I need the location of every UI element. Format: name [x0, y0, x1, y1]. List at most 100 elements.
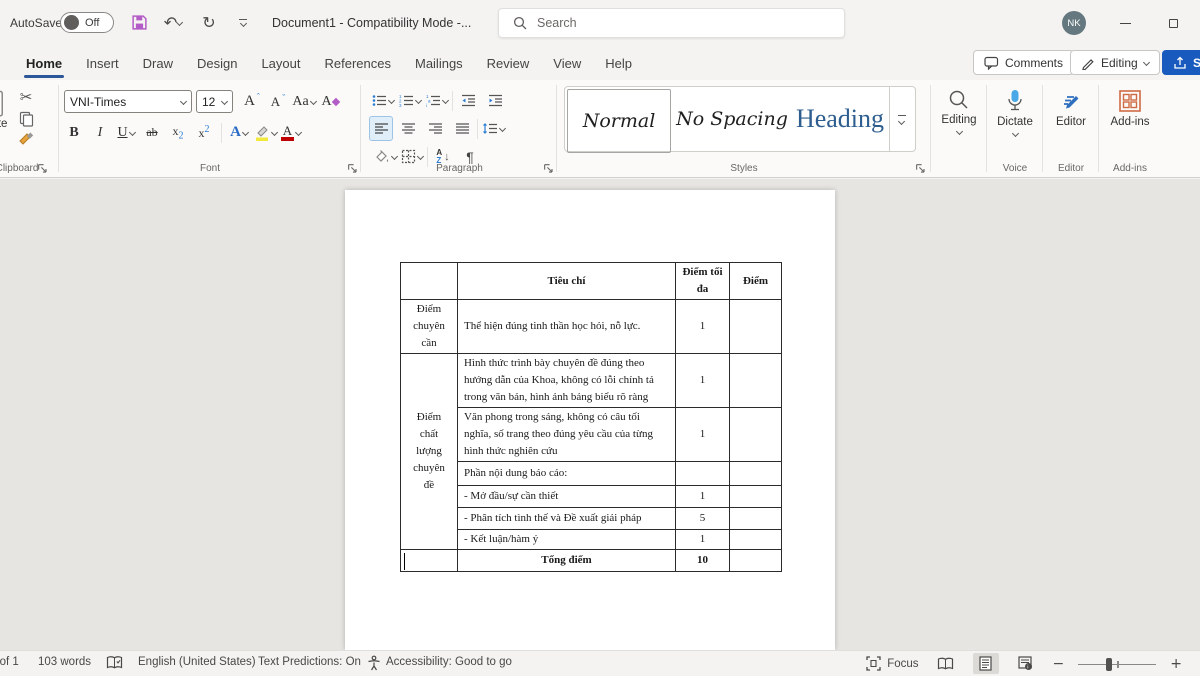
web-layout-icon: i: [1018, 656, 1033, 671]
zoom-slider[interactable]: [1078, 657, 1156, 671]
text-predictions[interactable]: Text Predictions: On: [258, 656, 361, 668]
format-painter-icon[interactable]: [18, 132, 34, 148]
avatar[interactable]: NK: [1062, 11, 1086, 35]
bullet-list-icon: [372, 94, 387, 107]
save-button[interactable]: [126, 9, 152, 35]
tab-references[interactable]: References: [313, 46, 403, 80]
zoom-slider-thumb[interactable]: [1106, 658, 1112, 671]
subscript-button[interactable]: x2: [166, 120, 190, 145]
styles-dialog-launcher[interactable]: [915, 163, 926, 174]
styles-more-button[interactable]: [889, 87, 913, 151]
addins-button[interactable]: Add-ins: [1100, 80, 1160, 128]
restore-button[interactable]: [1156, 9, 1190, 37]
proofing-icon[interactable]: [106, 655, 123, 671]
align-center-button[interactable]: [396, 116, 420, 141]
decrease-indent-button[interactable]: [456, 88, 480, 113]
print-layout-button[interactable]: [973, 653, 999, 674]
numbering-button[interactable]: 123: [398, 88, 422, 113]
editing-mode-button[interactable]: Editing: [1070, 50, 1160, 75]
print-layout-icon: [979, 656, 992, 671]
italic-button[interactable]: I: [88, 120, 112, 145]
web-layout-button[interactable]: i: [1013, 653, 1039, 674]
copy-icon[interactable]: [19, 111, 34, 127]
paste-button[interactable]: Paste: [0, 88, 7, 135]
clear-formatting-button[interactable]: A: [318, 89, 342, 114]
addins-group-label: Add-ins: [1100, 163, 1160, 174]
cut-icon[interactable]: ✂: [20, 88, 33, 106]
shrink-font-button[interactable]: Aˇ: [266, 89, 290, 114]
strikethrough-button[interactable]: ab: [140, 120, 164, 145]
tab-view[interactable]: View: [541, 46, 593, 80]
style-heading[interactable]: Heading: [791, 87, 889, 151]
total-value-cell: 10: [676, 550, 730, 572]
highlighter-icon: [254, 124, 270, 142]
ribbon-tab-row: Home Insert Draw Design Layout Reference…: [0, 46, 1200, 80]
tab-home[interactable]: Home: [14, 46, 74, 80]
document-page[interactable]: Tiêu chí Điểm tối đa Điểm Điểm chuyên cầ…: [345, 190, 835, 650]
align-left-button[interactable]: [369, 116, 393, 141]
underline-button[interactable]: U: [114, 120, 138, 145]
highlight-button[interactable]: [253, 120, 277, 145]
comments-button[interactable]: Comments: [973, 50, 1074, 75]
editing-button[interactable]: Editing: [932, 80, 986, 134]
undo-button[interactable]: ↶: [156, 9, 190, 35]
redo-button[interactable]: ↻: [196, 9, 222, 35]
accessibility-status[interactable]: Accessibility: Good to go: [386, 656, 512, 668]
restore-icon: [1169, 19, 1178, 28]
font-size-combo[interactable]: 12: [196, 90, 233, 113]
multilevel-list-button[interactable]: 1ai: [425, 88, 449, 113]
change-case-button[interactable]: Aa: [292, 89, 316, 114]
grow-font-button[interactable]: Aˆ: [240, 89, 264, 114]
align-right-button[interactable]: [423, 116, 447, 141]
max-cell: 1: [676, 354, 730, 408]
tab-review[interactable]: Review: [475, 46, 542, 80]
search-input[interactable]: Search: [498, 8, 845, 38]
style-no-spacing[interactable]: No Spacing: [673, 87, 791, 151]
table-row: Điểm chất lượng chuyên đề Hình thức trìn…: [401, 354, 782, 408]
styles-group: Normal No Spacing Heading Styles: [558, 80, 930, 178]
tab-draw[interactable]: Draw: [131, 46, 185, 80]
max-cell: 5: [676, 508, 730, 530]
max-cell: 1: [676, 486, 730, 508]
bold-button[interactable]: B: [62, 120, 86, 145]
read-mode-button[interactable]: [933, 653, 959, 674]
clipboard-dialog-launcher[interactable]: [37, 163, 48, 174]
justify-button[interactable]: [450, 116, 474, 141]
paragraph-dialog-launcher[interactable]: [543, 163, 554, 174]
table-row: Điểm chuyên cần Thể hiện đúng tinh thần …: [401, 300, 782, 354]
editor-group: Editor Editor: [1044, 80, 1098, 178]
line-spacing-button[interactable]: [481, 116, 505, 141]
dictate-button[interactable]: Dictate: [988, 80, 1042, 136]
multilevel-list-icon: 1ai: [426, 94, 441, 107]
superscript-button[interactable]: x2: [192, 120, 216, 145]
tab-design[interactable]: Design: [185, 46, 249, 80]
tab-mailings[interactable]: Mailings: [403, 46, 475, 80]
customize-qat-button[interactable]: [230, 9, 256, 35]
criteria-cell: - Kết luận/hàm ý: [458, 530, 676, 550]
autosave-toggle[interactable]: Off: [60, 12, 114, 33]
focus-button[interactable]: Focus: [866, 656, 918, 671]
style-normal[interactable]: Normal: [567, 89, 671, 153]
word-count[interactable]: 103 words: [38, 656, 91, 668]
editor-button[interactable]: Editor: [1044, 80, 1098, 128]
down-arrow-icon: ↓: [444, 151, 450, 163]
editing-mode-label: Editing: [1101, 56, 1138, 70]
bullets-button[interactable]: [371, 88, 395, 113]
magnifier-icon: [948, 89, 970, 111]
tab-layout[interactable]: Layout: [249, 46, 312, 80]
share-button[interactable]: Share: [1162, 50, 1200, 75]
text-effects-button[interactable]: A: [227, 120, 251, 145]
increase-indent-button[interactable]: [483, 88, 507, 113]
zoom-out-button[interactable]: −: [1053, 656, 1065, 672]
page-indicator[interactable]: Page 1 of 1: [0, 656, 19, 668]
tab-help[interactable]: Help: [593, 46, 644, 80]
minimize-button[interactable]: [1108, 9, 1142, 37]
font-color-button[interactable]: A: [279, 120, 303, 145]
tab-insert[interactable]: Insert: [74, 46, 131, 80]
language-indicator[interactable]: English (United States): [138, 656, 256, 668]
font-dialog-launcher[interactable]: [347, 163, 358, 174]
document-canvas[interactable]: Tiêu chí Điểm tối đa Điểm Điểm chuyên cầ…: [0, 179, 1200, 650]
font-name-combo[interactable]: VNI-Times: [64, 90, 192, 113]
zoom-in-button[interactable]: +: [1170, 656, 1182, 672]
grading-table[interactable]: Tiêu chí Điểm tối đa Điểm Điểm chuyên cầ…: [400, 262, 782, 572]
